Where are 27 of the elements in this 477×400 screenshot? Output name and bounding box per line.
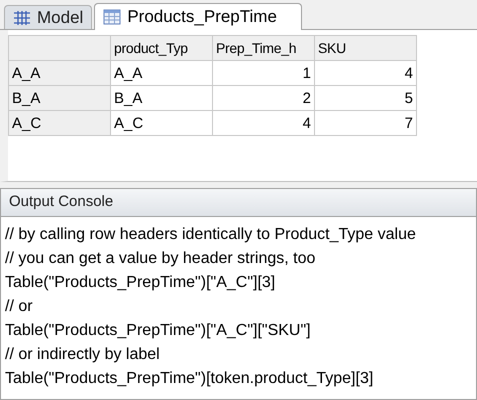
column-header: Prep_Time_h (213, 36, 315, 61)
console-line: Table("Products_PrepTime")["A_C"][3] (5, 273, 276, 293)
column-header: SKU (315, 36, 417, 61)
table-cell: 5 (315, 86, 417, 111)
console-title: Output Console (1, 189, 476, 217)
row-header: B_A (9, 86, 111, 111)
column-header: product_Typ (111, 36, 213, 61)
tab[interactable]: Products_PrepTime (94, 3, 302, 30)
table-cell: 1 (213, 61, 315, 86)
console-line: // or (5, 297, 33, 317)
table-icon (103, 9, 122, 25)
table-cell: 4 (315, 61, 417, 86)
console-line: Table("Products_PrepTime")[token.product_Type][3] (5, 369, 374, 389)
table-cell: B_A (111, 86, 213, 111)
table-cell: 7 (315, 111, 417, 136)
tab[interactable]: Model (4, 5, 92, 29)
console-line: // or indirectly by label (5, 345, 160, 365)
console-line: // by calling row headers identically to Product_Type value (5, 225, 416, 245)
table-cell: A_C (111, 111, 213, 136)
table-cell: 4 (213, 111, 315, 136)
console-line: // you can get a value by header strings, too (5, 249, 316, 269)
row-header: A_C (9, 111, 111, 136)
grid-icon (13, 10, 31, 26)
console-line: Table("Products_PrepTime")["A_C"]["SKU"] (5, 321, 311, 341)
row-header: A_A (9, 61, 111, 86)
table-cell: A_A (111, 61, 213, 86)
table-cell: 2 (213, 86, 315, 111)
